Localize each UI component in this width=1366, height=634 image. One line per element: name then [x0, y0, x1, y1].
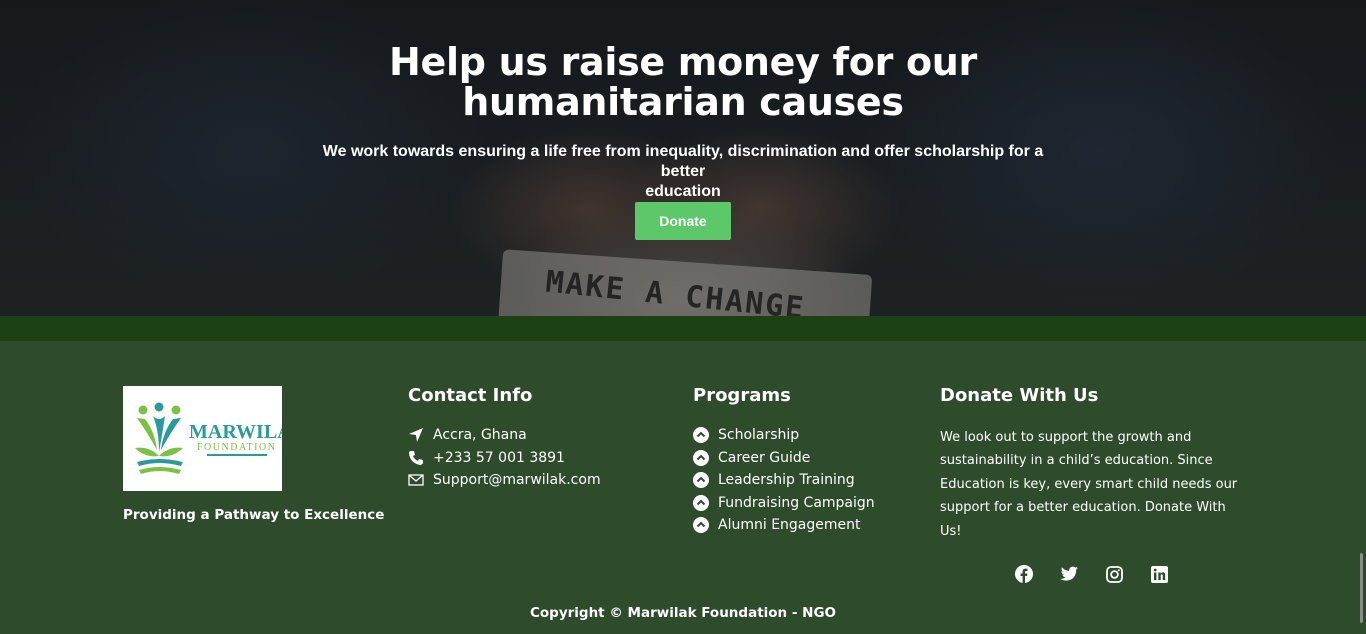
hero-subtitle: We work towards ensuring a life free fro…: [303, 142, 1063, 202]
marwilak-logo[interactable]: MARWILAK FOUNDATION: [123, 386, 308, 491]
logo-graphic: MARWILAK FOUNDATION: [135, 402, 308, 474]
program-item-scholarship[interactable]: Scholarship: [693, 424, 875, 447]
facebook-icon[interactable]: [1014, 564, 1034, 584]
program-item-fundraising-campaign[interactable]: Fundraising Campaign: [693, 492, 875, 515]
program-label[interactable]: Scholarship: [718, 427, 799, 443]
contact-phone-text[interactable]: +233 57 001 3891: [433, 450, 565, 466]
program-item-career-guide[interactable]: Career Guide: [693, 447, 875, 470]
contact-email-text[interactable]: Support@marwilak.com: [433, 472, 601, 488]
program-label[interactable]: Leadership Training: [718, 472, 855, 488]
social-links: [1014, 564, 1194, 584]
phone-icon: [408, 450, 424, 466]
donate-with-us-title: Donate With Us: [940, 385, 1099, 406]
program-item-alumni-engagement[interactable]: Alumni Engagement: [693, 514, 875, 537]
donate-button[interactable]: Donate: [635, 202, 731, 240]
chevron-up-circle-icon: [693, 517, 709, 534]
page-scrollbar[interactable]: [1360, 553, 1363, 623]
programs-title: Programs: [693, 385, 791, 406]
contact-location-text: Accra, Ghana: [433, 427, 527, 444]
contact-info-title: Contact Info: [408, 385, 533, 406]
instagram-icon[interactable]: [1104, 564, 1124, 584]
hero-section: MAKE A CHANGE Help us raise money for ou…: [0, 0, 1366, 316]
hero-title-line-1: Help us raise money for our: [389, 40, 977, 84]
section-divider-band: [0, 316, 1366, 341]
logo-sub-text: FOUNDATION: [197, 442, 276, 453]
hero-title-line-2: humanitarian causes: [462, 80, 904, 124]
chevron-up-circle-icon: [693, 494, 709, 511]
contact-item-email[interactable]: Support@marwilak.com: [408, 469, 601, 492]
location-arrow-icon: [408, 427, 424, 443]
hero-subtitle-line-2: education: [645, 183, 721, 200]
programs-list: Scholarship Career Guide Leadership Trai…: [693, 424, 875, 537]
program-label[interactable]: Career Guide: [718, 450, 810, 466]
footer-tagline: Providing a Pathway to Excellence: [123, 507, 385, 523]
program-label[interactable]: Fundraising Campaign: [718, 495, 875, 511]
chevron-up-circle-icon: [693, 449, 709, 466]
logo-name-text: MARWILAK: [189, 421, 282, 443]
envelope-icon: [408, 472, 424, 488]
copyright-text: Copyright © Marwilak Foundation - NGO: [529, 605, 837, 621]
program-item-leadership-training[interactable]: Leadership Training: [693, 469, 875, 492]
chevron-up-circle-icon: [693, 427, 709, 444]
hero-title: Help us raise money for our humanitarian…: [383, 42, 983, 122]
linkedin-icon[interactable]: [1149, 564, 1169, 584]
twitter-icon[interactable]: [1059, 564, 1079, 584]
contact-list: Accra, Ghana +233 57 001 3891 Support@ma…: [408, 424, 601, 492]
contact-item-phone[interactable]: +233 57 001 3891: [408, 447, 601, 470]
chevron-up-circle-icon: [693, 472, 709, 489]
site-footer: MARWILAK FOUNDATION Providing a Pathway …: [0, 341, 1366, 634]
program-label[interactable]: Alumni Engagement: [718, 517, 861, 533]
donate-description: We look out to support the growth and su…: [940, 430, 1238, 539]
hero-subtitle-line-1: We work towards ensuring a life free fro…: [322, 143, 1044, 180]
contact-item-location: Accra, Ghana: [408, 424, 601, 447]
